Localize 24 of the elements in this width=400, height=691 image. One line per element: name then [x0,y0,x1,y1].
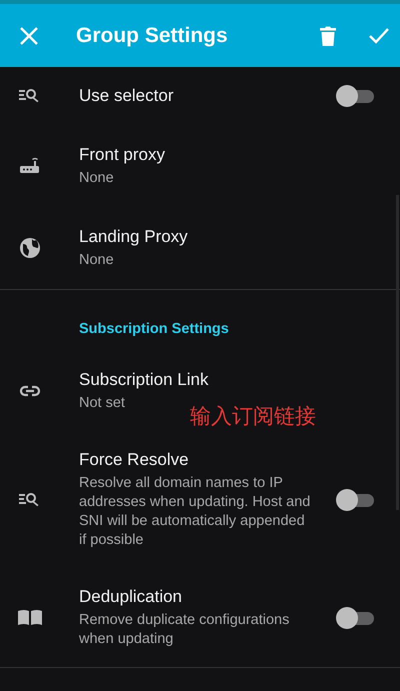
row-summary: Not set [79,394,126,412]
toggle-switch[interactable] [336,85,374,107]
row-summary: None [79,168,115,188]
row-title: Front proxy [79,144,166,164]
row-title: Subscription Link [79,370,210,390]
row-summary: None [79,250,115,270]
confirm-button[interactable] [368,26,390,44]
row-title: Deduplication [79,587,184,607]
section-header: Subscription Settings [79,321,229,337]
row-summary: Remove duplicate configurations when updating [79,611,290,649]
row-summary: Resolve all domain names to IP addresses when updating. Host and SNI will be automatically appended if possible [79,474,311,550]
delete-button[interactable] [318,24,338,46]
row-title: Use selector [79,86,174,106]
globe-icon [18,236,42,260]
toggle-switch[interactable] [336,489,374,511]
row-title: Force Resolve [79,450,190,470]
annotation-text: 输入订阅链接 [190,404,316,430]
check-icon [368,26,390,44]
trash-icon [318,24,338,46]
close-icon [18,24,40,46]
app-bar-title: Group Settings [76,24,229,48]
close-button[interactable] [18,24,40,46]
row-title: Landing Proxy [79,226,189,246]
toggle-switch[interactable] [336,607,374,629]
